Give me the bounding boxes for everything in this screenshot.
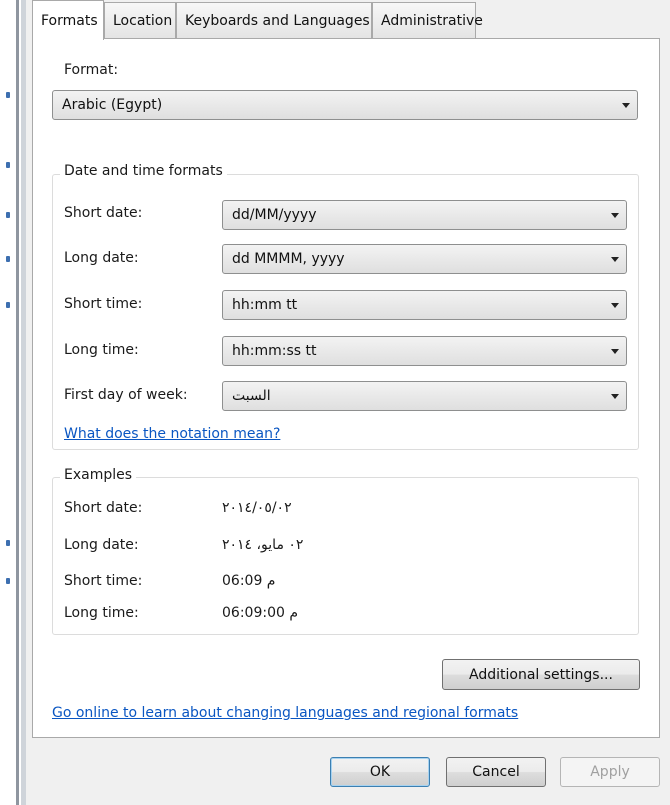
short-date-label: Short date:	[64, 205, 143, 221]
example-short-time-label: Short time:	[64, 573, 143, 589]
long-date-dropdown[interactable]: dd MMMM, yyyy	[222, 244, 627, 274]
ok-button[interactable]: OK	[330, 757, 430, 787]
first-day-of-week-label: First day of week:	[64, 387, 188, 403]
cancel-button[interactable]: Cancel	[446, 757, 546, 787]
tab-label: Administrative	[381, 12, 483, 29]
chevron-down-icon	[615, 91, 637, 119]
tab-label: Location	[113, 12, 173, 29]
apply-button[interactable]: Apply	[560, 757, 660, 787]
notation-help-link[interactable]: What does the notation mean?	[64, 426, 280, 442]
long-time-dropdown[interactable]: hh:mm:ss tt	[222, 336, 627, 366]
tab-formats[interactable]: Formats	[32, 0, 104, 40]
short-time-label: Short time:	[64, 296, 143, 312]
long-time-value: hh:mm:ss tt	[232, 343, 317, 359]
chevron-down-icon	[604, 201, 626, 229]
date-time-formats-title: Date and time formats	[60, 163, 227, 179]
short-date-dropdown[interactable]: dd/MM/yyyy	[222, 200, 627, 230]
short-time-dropdown[interactable]: hh:mm tt	[222, 290, 627, 320]
example-short-date-label: Short date:	[64, 500, 143, 516]
format-dropdown-value: Arabic (Egypt)	[62, 97, 163, 113]
example-long-time-label: Long time:	[64, 605, 139, 621]
example-long-time-value: 06:09:00 م	[222, 605, 298, 621]
chevron-down-icon	[604, 291, 626, 319]
chevron-down-icon	[604, 382, 626, 410]
tab-administrative[interactable]: Administrative	[372, 2, 483, 38]
example-long-date-value: ٠٢ مايو، ٢٠١٤	[222, 537, 304, 553]
tab-location[interactable]: Location	[104, 2, 176, 38]
chevron-down-icon	[604, 337, 626, 365]
short-time-value: hh:mm tt	[232, 297, 298, 313]
go-online-link[interactable]: Go online to learn about changing langua…	[52, 705, 518, 721]
examples-title: Examples	[60, 467, 137, 483]
additional-settings-button[interactable]: Additional settings...	[442, 659, 640, 690]
long-time-label: Long time:	[64, 342, 139, 358]
chevron-down-icon	[604, 245, 626, 273]
long-date-value: dd MMMM, yyyy	[232, 251, 345, 267]
example-short-date-value: ٢٠١٤/٠٥/٠٢	[222, 500, 292, 516]
tab-label: Keyboards and Languages	[185, 12, 370, 29]
format-label: Format:	[64, 62, 119, 78]
window-left-edge	[0, 0, 26, 805]
format-dropdown[interactable]: Arabic (Egypt)	[52, 90, 638, 120]
tab-label: Formats	[41, 12, 98, 29]
first-day-of-week-value: السبت	[232, 388, 271, 404]
example-short-time-value: 06:09 م	[222, 573, 276, 589]
long-date-label: Long date:	[64, 250, 139, 266]
short-date-value: dd/MM/yyyy	[232, 207, 317, 223]
example-long-date-label: Long date:	[64, 537, 139, 553]
first-day-of-week-dropdown[interactable]: السبت	[222, 381, 627, 411]
tab-keyboards-and-languages[interactable]: Keyboards and Languages	[176, 2, 372, 38]
